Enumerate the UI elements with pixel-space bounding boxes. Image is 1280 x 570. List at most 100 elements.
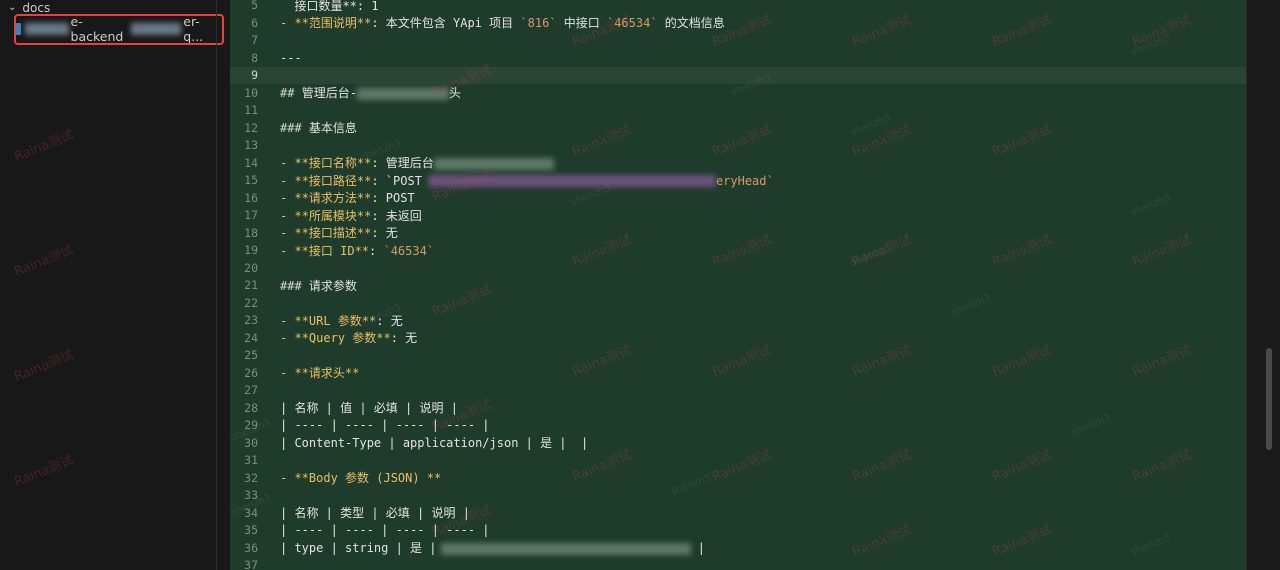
code-line[interactable]: 20	[230, 259, 1246, 277]
line-number: 26	[244, 365, 258, 380]
code-line[interactable]: 15 - **接口路径**: `POST eryHead`	[230, 172, 1246, 190]
line-number: 31	[244, 453, 258, 468]
line-number: 13	[244, 138, 258, 153]
line-text: | Content-Type | application/json | 是 | …	[280, 436, 589, 451]
line-number: 25	[244, 348, 258, 363]
code-line[interactable]: 36 | type | string | 是 | |	[230, 539, 1246, 557]
line-text: - **请求方法**: POST	[280, 191, 415, 206]
line-text: ## 管理后台- 头	[280, 86, 461, 101]
code-line[interactable]: 6 - **范围说明**: 本文件包含 YApi 项目 `816` 中接口 `46…	[230, 14, 1246, 32]
code-line[interactable]: 34 | 名称 | 类型 | 必填 | 说明 |	[230, 504, 1246, 522]
code-line[interactable]: 11	[230, 102, 1246, 120]
line-number: 32	[244, 470, 258, 485]
line-text: - **接口路径**: `POST eryHead`	[280, 173, 774, 188]
line-number: 19	[244, 243, 258, 258]
code-line[interactable]: 22	[230, 294, 1246, 312]
line-tail: 头	[448, 86, 461, 101]
line-number: 11	[244, 103, 258, 118]
line-text: - **URL 参数**: 无	[280, 313, 403, 328]
chevron-down-icon: ⌄	[8, 2, 17, 13]
redacted-text	[433, 157, 554, 170]
line-number: 6	[251, 15, 258, 30]
watermark-text: Raina测试	[12, 347, 76, 386]
code-line[interactable]: 30 | Content-Type | application/json | 是 …	[230, 434, 1246, 452]
code-line[interactable]: 27	[230, 382, 1246, 400]
line-number: 10	[244, 85, 258, 100]
code-line[interactable]: 21 ### 请求参数	[230, 277, 1246, 295]
line-number: 36	[244, 540, 258, 555]
code-line[interactable]: 25	[230, 347, 1246, 365]
code-line[interactable]: 8 ---	[230, 49, 1246, 67]
line-number: 29	[244, 418, 258, 433]
line-number: 7	[251, 33, 258, 48]
line-number: 28	[244, 400, 258, 415]
code-line[interactable]: 19 - **接口 ID**: `46534`	[230, 242, 1246, 260]
explorer-sidebar: ⌄ docs e-backend er-q... Raina测试 Raina测试 R…	[0, 0, 230, 570]
watermark-text: Raina测试	[12, 452, 76, 491]
line-text: - **Query 参数**: 无	[280, 331, 418, 346]
line-number: 34	[244, 505, 258, 520]
line-text: ---	[280, 50, 302, 65]
line-number: 24	[244, 330, 258, 345]
code-line[interactable]: 32 - **Body 参数 (JSON) **	[230, 469, 1246, 487]
code-line[interactable]: 10 ## 管理后台- 头	[230, 84, 1246, 102]
redacted-text	[427, 175, 716, 188]
code-line[interactable]: 35 | ---- | ---- | ---- | ---- |	[230, 522, 1246, 540]
line-number: 12	[244, 120, 258, 135]
code-line[interactable]: 7	[230, 32, 1246, 50]
redacted-text	[130, 23, 182, 35]
scrollbar-edge	[1246, 0, 1247, 570]
watermark-text: Raina测试	[12, 127, 76, 166]
folder-docs[interactable]: ⌄ docs	[8, 0, 50, 16]
code-line[interactable]: 28 | 名称 | 值 | 必填 | 说明 |	[230, 399, 1246, 417]
line-text: | 名称 | 值 | 必填 | 说明 |	[280, 401, 458, 416]
line-number: 18	[244, 225, 258, 240]
code-line[interactable]: 9	[230, 66, 1246, 84]
file-item-selected[interactable]: e-backend er-q...	[16, 14, 216, 44]
code-line[interactable]: 31	[230, 452, 1246, 470]
markdown-file-icon	[16, 23, 22, 35]
line-text: ### 基本信息	[280, 121, 357, 136]
line-number: 30	[244, 435, 258, 450]
code-line[interactable]: 12 ### 基本信息	[230, 119, 1246, 137]
code-line[interactable]: 26 - **请求头**	[230, 364, 1246, 382]
markdown-editor[interactable]: 5 接口数量**: 16 - **范围说明**: 本文件包含 YApi 项目 `8…	[229, 0, 1246, 570]
line-number: 27	[244, 383, 258, 398]
line-number: 8	[251, 50, 258, 65]
line-text: | ---- | ---- | ---- | ---- |	[280, 523, 490, 538]
code-line[interactable]: 37	[230, 557, 1246, 570]
code-line[interactable]: 24 - **Query 参数**: 无	[230, 329, 1246, 347]
folder-label: docs	[22, 1, 51, 15]
line-text: | type | string | 是 | |	[280, 541, 705, 556]
redacted-text	[356, 87, 449, 100]
code-line[interactable]: 33	[230, 487, 1246, 505]
code-line[interactable]: 14 - **接口名称**: 管理后台	[230, 154, 1246, 172]
line-text: - **接口名称**: 管理后台	[280, 154, 554, 171]
line-text: - **范围说明**: 本文件包含 YApi 项目 `816` 中接口 `465…	[280, 16, 725, 31]
line-text: ### 请求参数	[280, 278, 357, 293]
vertical-scrollbar[interactable]	[1246, 0, 1280, 570]
line-number: 37	[244, 558, 258, 570]
redacted-text	[440, 542, 691, 555]
line-tail: eryHead`	[715, 173, 774, 188]
code-line[interactable]: 5 接口数量**: 1	[230, 0, 1246, 14]
code-line[interactable]: 18 - **接口描述**: 无	[230, 224, 1246, 242]
code-line[interactable]: 23 - **URL 参数**: 无	[230, 312, 1246, 330]
line-text: - **接口 ID**: `46534`	[280, 243, 435, 258]
file-name-start: e-backend	[70, 14, 124, 44]
line-text: - **所属模块**: 未返回	[280, 208, 422, 223]
line-number: 5	[251, 0, 258, 13]
file-name-end: er-q...	[183, 14, 204, 44]
line-number: 9	[251, 68, 258, 83]
line-number: 35	[244, 523, 258, 538]
code-line[interactable]: 13	[230, 137, 1246, 155]
code-line[interactable]: 16 - **请求方法**: POST	[230, 189, 1246, 207]
line-text: - **Body 参数 (JSON) **	[280, 471, 442, 486]
line-text: - **接口描述**: 无	[280, 226, 398, 241]
line-text: | 名称 | 类型 | 必填 | 说明 |	[280, 506, 470, 521]
code-line[interactable]: 29 | ---- | ---- | ---- | ---- |	[230, 417, 1246, 435]
line-number: 22	[244, 295, 258, 310]
code-line[interactable]: 17 - **所属模块**: 未返回	[230, 207, 1246, 225]
scrollbar-thumb[interactable]	[1266, 348, 1272, 450]
line-number: 21	[244, 278, 258, 293]
